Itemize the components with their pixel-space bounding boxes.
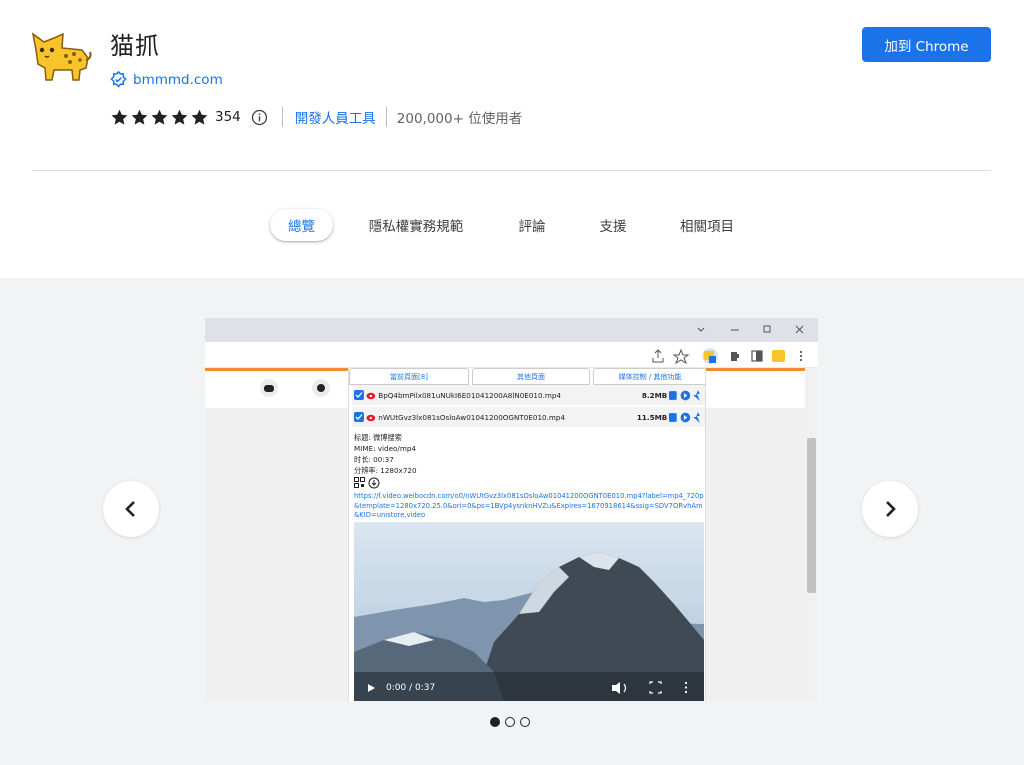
- extension-title: 猫抓: [110, 32, 160, 60]
- media-info: 标题: 微博搜索 MIME: video/mp4 时长: 00:37 分辨率: …: [354, 432, 417, 492]
- tab-related[interactable]: 相關項目: [676, 210, 738, 240]
- popup-tab-other[interactable]: 其他頁面: [472, 368, 590, 385]
- page-icons: [260, 379, 330, 397]
- browser-scrollbar[interactable]: [805, 368, 818, 701]
- star-icon: [151, 109, 168, 125]
- video-player[interactable]: 0:00 / 0:37: [354, 522, 704, 701]
- extension-header: 猫抓 bmmmd.com 354 開發人員工具 200,000+ 位使用者 加到…: [0, 0, 1024, 170]
- popup-tab-current[interactable]: 當前頁面[8]: [349, 368, 469, 385]
- category-link[interactable]: 開發人員工具: [295, 107, 376, 127]
- popup-tabs: 當前頁面[8] 其他頁面 媒体控制 / 其他功能: [349, 368, 705, 385]
- gallery-dots: [490, 717, 530, 727]
- media-filename: nWUtGvz3lx081sOsloAw01041200OGNT0E010.mp…: [378, 412, 566, 422]
- tab-reviews[interactable]: 評論: [513, 210, 551, 240]
- publisher-link[interactable]: bmmmd.com: [133, 72, 223, 88]
- extension-popup: 當前頁面[8] 其他頁面 媒体控制 / 其他功能 BpQ4bmPilx081uN…: [348, 368, 706, 701]
- user-count: 200,000+ 位使用者: [396, 111, 523, 127]
- checkbox-icon[interactable]: [354, 390, 364, 400]
- media-actions-icon[interactable]: [668, 411, 705, 423]
- media-filename: BpQ4bmPilx081uNUkI6E01041200A8lN0E010.mp…: [378, 390, 561, 400]
- weibo-icon: [366, 414, 375, 422]
- tab-bar: 總覽 隱私權實務規範 評論 支援 相關項目: [0, 206, 1024, 244]
- popup-tab-media[interactable]: 媒体控制 / 其他功能: [593, 368, 705, 385]
- mountain-preview-image: [354, 522, 704, 701]
- publisher-row: bmmmd.com: [110, 71, 223, 88]
- add-to-chrome-button[interactable]: 加到 Chrome: [862, 27, 991, 62]
- gallery-dot[interactable]: [490, 717, 500, 727]
- video-time: 0:00 / 0:37: [386, 683, 436, 693]
- media-row[interactable]: nWUtGvz3lx081sOsloAw01041200OGNT0E010.mp…: [352, 407, 705, 427]
- header-divider: [32, 170, 991, 171]
- tab-overview[interactable]: 總覽: [270, 209, 333, 241]
- info-resolution: 分辨率: 1280x720: [354, 466, 417, 475]
- meta-row: 354 開發人員工具 200,000+ 位使用者: [110, 106, 522, 128]
- media-row[interactable]: BpQ4bmPilx081uNUkI6E01041200A8lN0E010.mp…: [352, 385, 705, 405]
- chevron-right-icon: [886, 501, 896, 517]
- star-icon: [111, 109, 128, 125]
- chevron-left-icon: [125, 501, 135, 517]
- checkbox-icon[interactable]: [354, 412, 364, 422]
- rating-stars: [110, 108, 209, 127]
- verified-badge-icon: [110, 71, 127, 88]
- info-icon[interactable]: [251, 109, 268, 126]
- media-actions-icon[interactable]: [668, 389, 705, 401]
- star-icon: [171, 109, 188, 125]
- gallery-dot[interactable]: [520, 717, 530, 727]
- tab-support[interactable]: 支援: [594, 210, 632, 240]
- star-icon: [191, 109, 208, 125]
- weibo-icon: [366, 392, 375, 400]
- media-size: 11.5MB: [636, 412, 668, 422]
- cat-logo-icon: [31, 32, 92, 81]
- tab-privacy[interactable]: 隱私權實務規範: [366, 210, 466, 240]
- info-mime: MIME: video/mp4: [354, 444, 416, 453]
- gallery-next-button[interactable]: [862, 481, 918, 537]
- gallery-dot[interactable]: [505, 717, 515, 727]
- separator: [385, 107, 387, 127]
- info-duration: 时长: 00:37: [354, 455, 394, 464]
- info-title: 标题: 微博搜索: [354, 433, 402, 442]
- star-icon: [131, 109, 148, 125]
- screenshot-image: 當前頁面[8] 其他頁面 媒体控制 / 其他功能 BpQ4bmPilx081uN…: [205, 318, 818, 701]
- qrcode-icon[interactable]: [354, 477, 382, 489]
- toolbar-icons: [652, 348, 803, 364]
- media-url-link[interactable]: https://f.video.weibocdn.com/o0/nWUtGvz3…: [354, 492, 704, 521]
- window-controls-icon: [697, 325, 804, 334]
- separator: [281, 107, 283, 127]
- gallery-prev-button[interactable]: [103, 481, 159, 537]
- screenshot-gallery: 當前頁面[8] 其他頁面 媒体控制 / 其他功能 BpQ4bmPilx081uN…: [0, 278, 1024, 765]
- media-size: 8.2MB: [641, 390, 668, 400]
- rating-count[interactable]: 354: [215, 109, 241, 125]
- browser-toolbar: [205, 342, 818, 368]
- browser-titlebar: [205, 318, 818, 342]
